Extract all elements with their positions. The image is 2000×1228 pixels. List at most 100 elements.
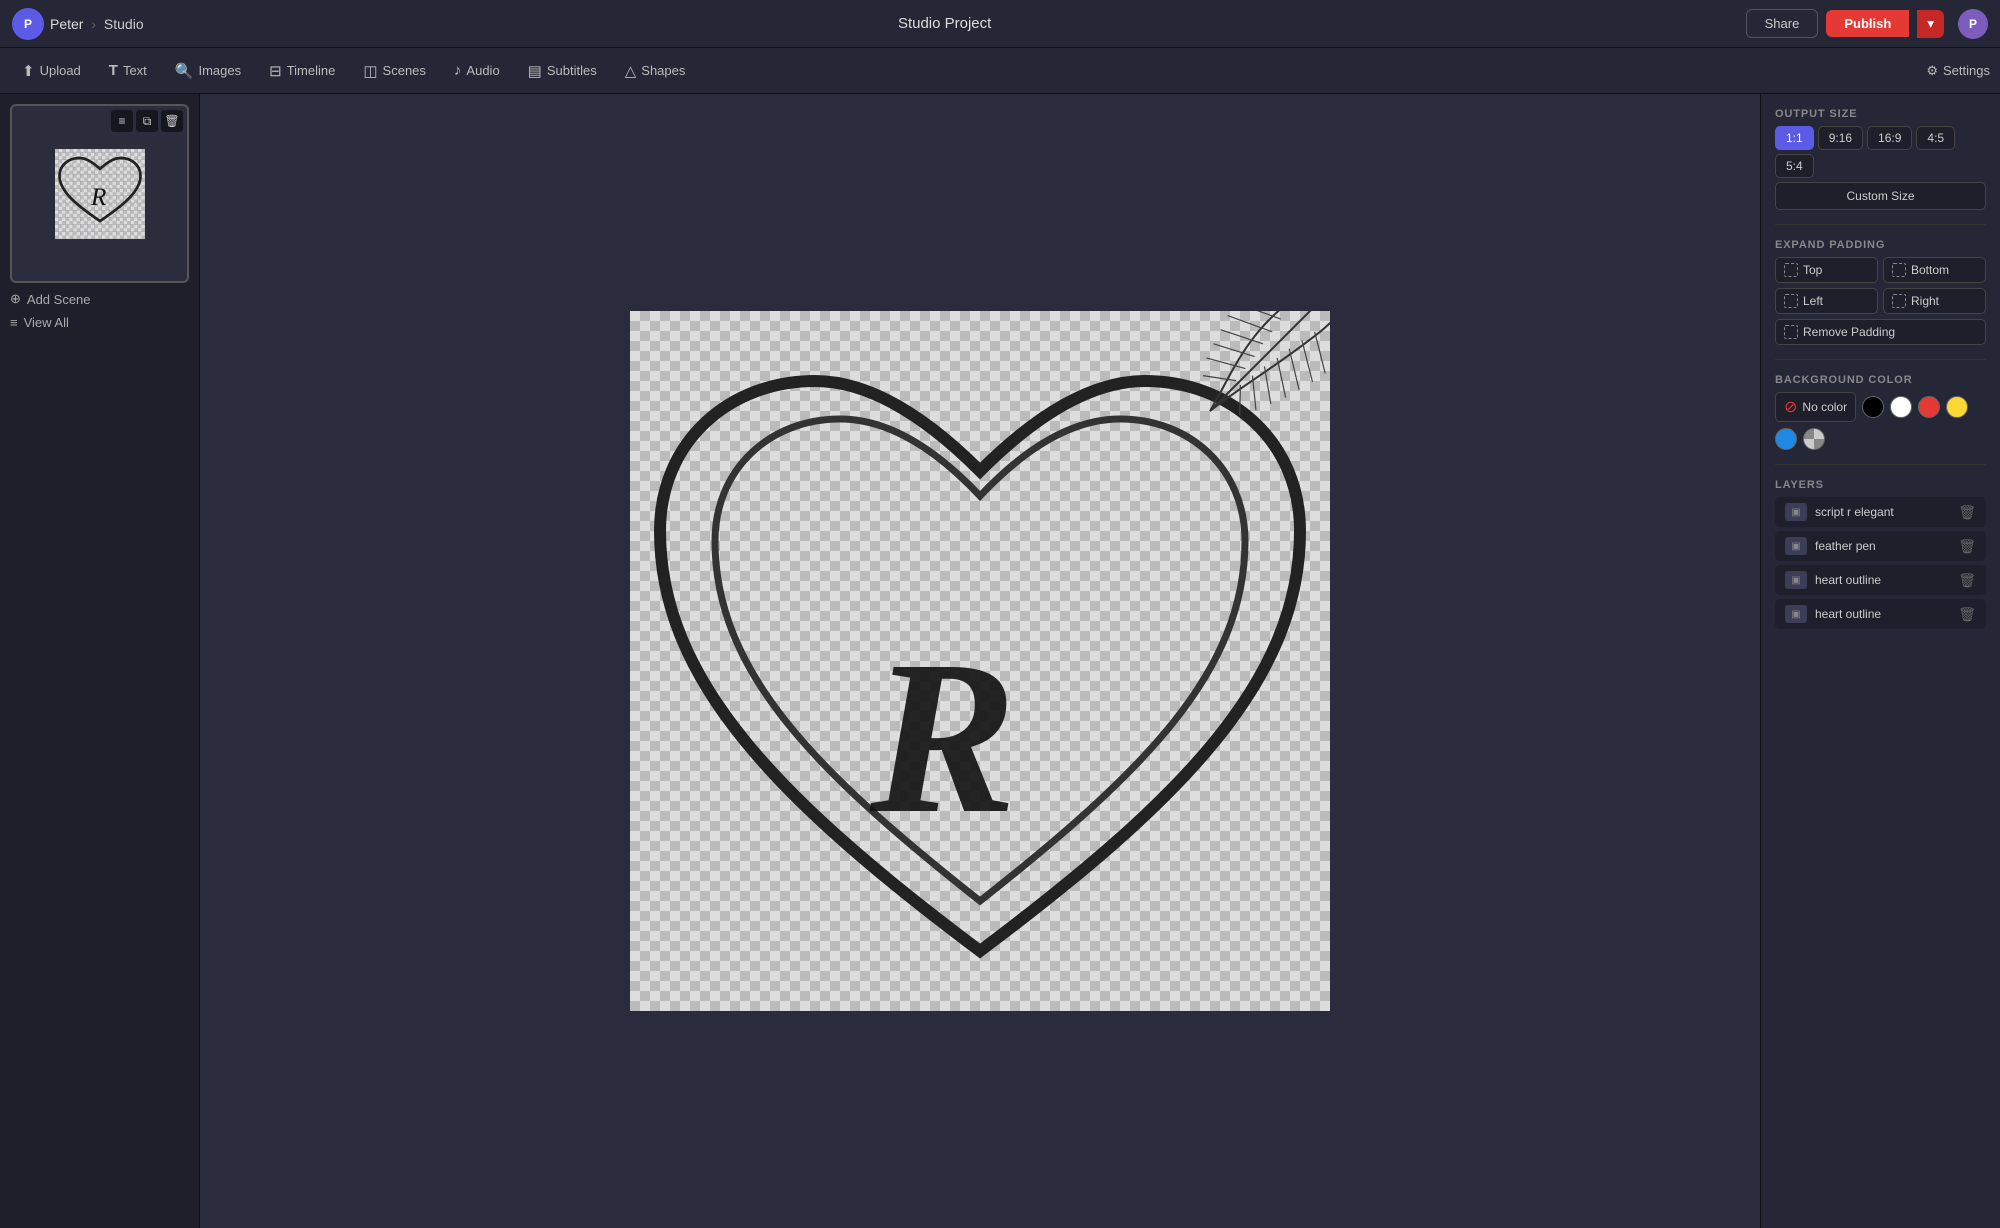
output-size-title: OUTPUT SIZE — [1775, 108, 1986, 120]
svg-text:R: R — [90, 183, 106, 210]
breadcrumb-location: Studio — [104, 16, 144, 32]
padding-top-button[interactable]: Top — [1775, 257, 1878, 283]
publish-caret-button[interactable]: ▾ — [1917, 10, 1944, 38]
bg-color-row: ⊘ No color — [1775, 392, 1986, 450]
toolbar-timeline-button[interactable]: ⊟ Timeline — [257, 56, 347, 86]
user-badge: P — [1958, 9, 1988, 39]
toolbar-images-label: Images — [198, 63, 241, 78]
no-color-button[interactable]: ⊘ No color — [1775, 392, 1856, 422]
breadcrumb: Peter › Studio — [50, 16, 144, 32]
canvas-surface[interactable]: R — [630, 311, 1330, 1011]
output-size-section: OUTPUT SIZE 1:1 9:16 16:9 4:5 5:4 Custom… — [1775, 108, 1986, 210]
divider-3 — [1775, 464, 1986, 465]
add-scene-label: Add Scene — [27, 292, 91, 307]
publish-button[interactable]: Publish — [1826, 10, 1909, 37]
remove-padding-label: Remove Padding — [1803, 325, 1895, 339]
background-color-title: BACKGROUND COLOR — [1775, 374, 1986, 386]
layer-item-3[interactable]: ▣ heart outline 🗑 — [1775, 565, 1986, 595]
size-btn-9-16[interactable]: 9:16 — [1818, 126, 1863, 150]
layer-image-icon-1: ▣ — [1785, 503, 1807, 521]
expand-padding-section: EXPAND PADDING Top Bottom Left Right — [1775, 239, 1986, 345]
dashed-border-icon — [1784, 263, 1798, 277]
view-all-button[interactable]: ≡ View All — [10, 315, 189, 330]
dashed-border-icon-4 — [1892, 294, 1906, 308]
padding-bottom-label: Bottom — [1911, 263, 1949, 277]
toolbar-scenes-button[interactable]: ◫ Scenes — [351, 56, 438, 86]
scenes-icon: ◫ — [363, 62, 377, 80]
project-title: Studio Project — [144, 15, 1746, 32]
layer-image-icon-4: ▣ — [1785, 605, 1807, 623]
layer-delete-button-2[interactable]: 🗑 — [1958, 538, 1976, 555]
layer-delete-button-4[interactable]: 🗑 — [1958, 606, 1976, 623]
color-swatch-blue[interactable] — [1775, 428, 1797, 450]
toolbar-shapes-label: Shapes — [641, 63, 685, 78]
color-swatch-red[interactable] — [1918, 396, 1940, 418]
toolbar-timeline-label: Timeline — [287, 63, 336, 78]
toolbar-shapes-button[interactable]: △ Shapes — [613, 56, 698, 86]
topbar: P Peter › Studio Studio Project Share Pu… — [0, 0, 2000, 48]
scene-preview-svg: R — [55, 149, 145, 239]
color-swatch-strikethrough[interactable] — [1803, 428, 1825, 450]
gear-icon: ⚙ — [1926, 63, 1938, 79]
color-swatch-yellow[interactable] — [1946, 396, 1968, 418]
layers-title: LAYERS — [1775, 479, 1986, 491]
audio-icon: ♪ — [454, 62, 462, 79]
canvas-svg: R — [630, 311, 1330, 1011]
dashed-border-icon-3 — [1784, 294, 1798, 308]
images-icon: 🔍 — [175, 62, 194, 80]
size-btn-1-1[interactable]: 1:1 — [1775, 126, 1814, 150]
divider-2 — [1775, 359, 1986, 360]
toolbar-images-button[interactable]: 🔍 Images — [163, 56, 253, 86]
color-swatch-white[interactable] — [1890, 396, 1912, 418]
layer-delete-button-3[interactable]: 🗑 — [1958, 572, 1976, 589]
add-scene-button[interactable]: ⊕ Add Scene — [10, 291, 189, 307]
color-swatch-black[interactable] — [1862, 396, 1884, 418]
dashed-border-icon-5 — [1784, 325, 1798, 339]
size-btn-4-5[interactable]: 4:5 — [1916, 126, 1955, 150]
padding-bottom-button[interactable]: Bottom — [1883, 257, 1986, 283]
breadcrumb-user[interactable]: Peter — [50, 16, 83, 32]
toolbar-subtitles-label: Subtitles — [547, 63, 597, 78]
toolbar-scenes-label: Scenes — [383, 63, 426, 78]
layer-image-icon-2: ▣ — [1785, 537, 1807, 555]
toolbar-subtitles-button[interactable]: ▤ Subtitles — [516, 56, 609, 86]
text-icon: T — [109, 62, 118, 79]
scene-controls: ≡ ⧉ 🗑 — [111, 110, 183, 132]
toolbar-audio-button[interactable]: ♪ Audio — [442, 56, 512, 85]
divider-1 — [1775, 224, 1986, 225]
layer-item-2[interactable]: ▣ feather pen 🗑 — [1775, 531, 1986, 561]
layer-name-4: heart outline — [1815, 607, 1950, 621]
avatar: P — [12, 8, 44, 40]
view-all-label: View All — [24, 315, 69, 330]
no-color-label: No color — [1802, 400, 1847, 414]
layer-delete-button-1[interactable]: 🗑 — [1958, 504, 1976, 521]
canvas-wrapper: R — [630, 311, 1330, 1011]
svg-text:R: R — [869, 615, 1017, 859]
layer-name-2: feather pen — [1815, 539, 1950, 553]
share-button[interactable]: Share — [1746, 9, 1819, 38]
shapes-icon: △ — [625, 62, 637, 80]
layer-name-1: script r elegant — [1815, 505, 1950, 519]
scene-thumbnail[interactable]: ≡ ⧉ 🗑 R — [10, 104, 189, 283]
settings-button[interactable]: ⚙ Settings — [1926, 63, 1990, 79]
topbar-left: P Peter › Studio — [12, 8, 144, 40]
size-btn-16-9[interactable]: 16:9 — [1867, 126, 1912, 150]
scene-hamburger-button[interactable]: ≡ — [111, 110, 133, 132]
layer-item-4[interactable]: ▣ heart outline 🗑 — [1775, 599, 1986, 629]
layer-item-1[interactable]: ▣ script r elegant 🗑 — [1775, 497, 1986, 527]
dashed-border-icon-2 — [1892, 263, 1906, 277]
size-btn-5-4[interactable]: 5:4 — [1775, 154, 1814, 178]
toolbar-text-label: Text — [123, 63, 147, 78]
settings-label: Settings — [1943, 63, 1990, 78]
padding-right-button[interactable]: Right — [1883, 288, 1986, 314]
toolbar-text-button[interactable]: T Text — [97, 56, 159, 85]
toolbar-upload-button[interactable]: ⬆ Upload — [10, 56, 93, 86]
scene-copy-button[interactable]: ⧉ — [136, 110, 158, 132]
padding-left-button[interactable]: Left — [1775, 288, 1878, 314]
scene-delete-button[interactable]: 🗑 — [161, 110, 183, 132]
custom-size-button[interactable]: Custom Size — [1775, 182, 1986, 210]
subtitles-icon: ▤ — [528, 62, 542, 80]
layers-section: LAYERS ▣ script r elegant 🗑 ▣ feather pe… — [1775, 479, 1986, 633]
no-color-icon: ⊘ — [1784, 397, 1797, 417]
remove-padding-button[interactable]: Remove Padding — [1775, 319, 1986, 345]
